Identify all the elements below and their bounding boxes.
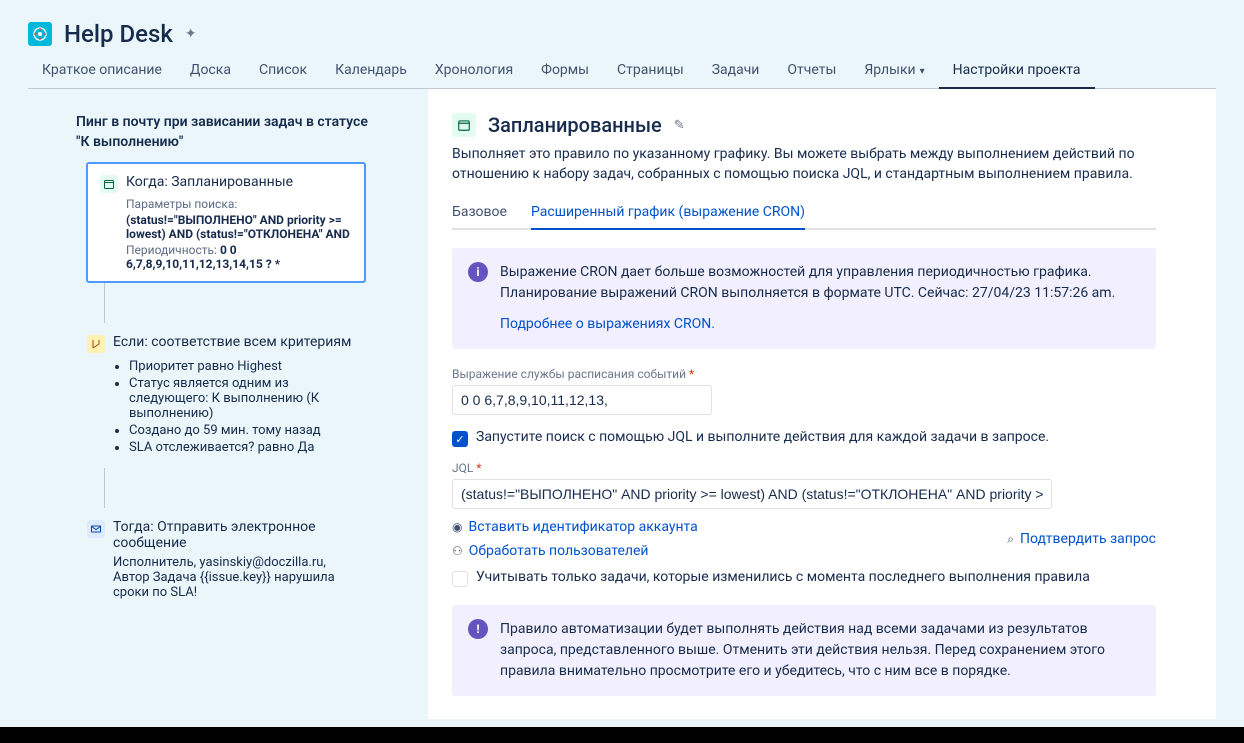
only-changed-label: Учитывать только задачи, которые изменил… — [476, 569, 1090, 585]
tab-cron-schedule[interactable]: Расширенный график (выражение CRON) — [531, 200, 805, 228]
tab-reports[interactable]: Отчеты — [773, 54, 850, 88]
info-icon: i — [468, 262, 488, 282]
run-jql-checkbox[interactable]: ✓ — [452, 431, 468, 447]
trigger-params-label: Параметры поиска: — [126, 197, 352, 211]
process-users-link[interactable]: ⚇Обработать пользователей — [452, 543, 698, 559]
warning-icon: ! — [468, 619, 488, 639]
trigger-card[interactable]: Когда: Запланированные Параметры поиска:… — [86, 162, 366, 283]
condition-criteria: Приоритет равно Highest Статус является … — [129, 359, 353, 455]
cron-field-label: Выражение службы расписания событий * — [452, 367, 1156, 381]
tab-timeline[interactable]: Хронология — [421, 54, 527, 88]
users-icon: ⚇ — [452, 544, 463, 558]
mail-icon — [87, 520, 105, 538]
project-title: Help Desk — [64, 20, 173, 48]
tab-list[interactable]: Список — [245, 54, 321, 88]
cron-docs-link[interactable]: Подробнее о выражениях CRON. — [500, 314, 715, 335]
trigger-period: Периодичность: 0 0 6,7,8,9,10,11,12,13,1… — [126, 243, 352, 271]
tab-summary[interactable]: Краткое описание — [28, 54, 176, 88]
tab-pages[interactable]: Страницы — [603, 54, 698, 88]
calendar-icon — [452, 113, 476, 137]
branch-icon — [87, 335, 105, 353]
jql-field-label: JQL * — [452, 461, 1156, 475]
chevron-down-icon: ▾ — [920, 66, 925, 77]
tab-board[interactable]: Доска — [176, 54, 245, 88]
trigger-config-panel: Запланированные ✎ Выполняет это правило … — [428, 89, 1216, 719]
tab-project-settings[interactable]: Настройки проекта — [939, 54, 1095, 88]
rule-sidebar: Пинг в почту при зависании задач в стату… — [28, 89, 428, 719]
action-title: Тогда: Отправить электронное сообщение — [113, 519, 353, 551]
tab-issues[interactable]: Задачи — [698, 54, 774, 88]
only-changed-checkbox[interactable] — [452, 571, 468, 587]
action-body: Исполнитель, yasinskiy@doczilla.ru, Авто… — [113, 555, 353, 600]
condition-card[interactable]: Если: соответствие всем критериям Приори… — [86, 323, 366, 468]
project-tabs: Краткое описание Доска Список Календарь … — [28, 54, 1216, 89]
project-logo — [28, 22, 52, 46]
tab-basic-schedule[interactable]: Базовое — [452, 200, 507, 228]
condition-title: Если: соответствие всем критериям — [113, 334, 351, 350]
trigger-jql: (status!="ВЫПОЛНЕНО" AND priority >= low… — [126, 213, 352, 241]
window-border — [0, 727, 1244, 743]
cron-input[interactable] — [452, 385, 712, 415]
cron-info-panel: i Выражение CRON дает больше возможносте… — [452, 248, 1156, 349]
cron-info-text: Выражение CRON дает больше возможностей … — [500, 264, 1115, 301]
validate-query-link[interactable]: ⌕Подтвердить запрос — [1007, 531, 1156, 547]
calendar-icon — [100, 175, 118, 193]
warning-text: Правило автоматизации будет выполнять де… — [500, 619, 1140, 682]
insert-account-link[interactable]: ◉Вставить идентификатор аккаунта — [452, 519, 698, 535]
search-icon: ⌕ — [1007, 532, 1014, 547]
star-icon[interactable]: ✦ — [185, 26, 197, 42]
schedule-tabs: Базовое Расширенный график (выражение CR… — [452, 200, 1156, 230]
action-card[interactable]: Тогда: Отправить электронное сообщение И… — [86, 508, 366, 611]
edit-icon[interactable]: ✎ — [674, 118, 685, 133]
config-title: Запланированные — [488, 113, 662, 137]
jql-input[interactable] — [452, 479, 1052, 509]
config-description: Выполняет это правило по указанному граф… — [452, 145, 1156, 184]
user-icon: ◉ — [452, 520, 462, 534]
warning-panel: ! Правило автоматизации будет выполнять … — [452, 605, 1156, 696]
tab-labels[interactable]: Ярлыки▾ — [850, 54, 938, 88]
rule-name: Пинг в почту при зависании задач в стату… — [76, 113, 376, 152]
trigger-title: Когда: Запланированные — [126, 174, 293, 190]
run-jql-label: Запустите поиск с помощью JQL и выполнит… — [476, 429, 1049, 445]
tab-calendar[interactable]: Календарь — [321, 54, 421, 88]
tab-forms[interactable]: Формы — [527, 54, 603, 88]
